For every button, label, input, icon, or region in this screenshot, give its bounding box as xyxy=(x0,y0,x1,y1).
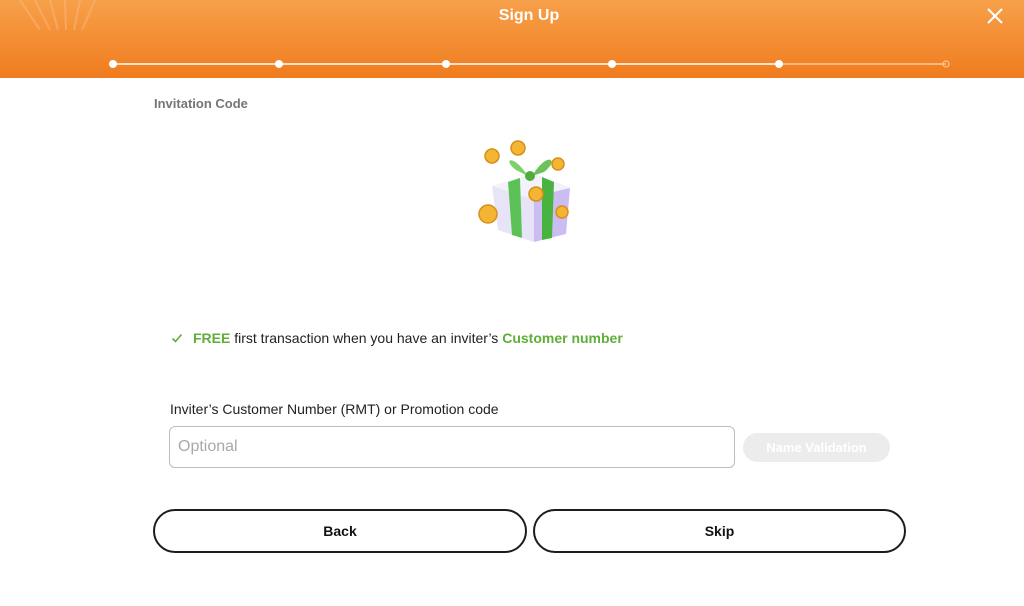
invitation-code-label: Inviter’s Customer Number (RMT) or Promo… xyxy=(170,401,499,417)
invitation-code-input[interactable] xyxy=(169,426,735,468)
back-button[interactable]: Back xyxy=(153,509,527,553)
free-highlight: FREE xyxy=(193,330,231,346)
close-icon[interactable] xyxy=(985,6,1005,26)
step-dot-5 xyxy=(775,60,783,68)
header-bar: Sign Up xyxy=(0,0,1024,78)
skip-button[interactable]: Skip xyxy=(533,509,906,553)
step-dot-3 xyxy=(442,60,450,68)
check-icon xyxy=(171,333,183,343)
name-validation-button[interactable]: Name Validation xyxy=(743,433,890,462)
gift-coins-icon xyxy=(478,140,570,242)
benefit-text: first transaction when you have an invit… xyxy=(230,330,503,346)
section-label: Invitation Code xyxy=(154,96,248,111)
step-dot-2 xyxy=(275,60,283,68)
step-progress xyxy=(109,60,950,68)
customer-number-highlight: Customer number xyxy=(502,330,623,346)
step-dot-4 xyxy=(608,60,616,68)
step-dot-1 xyxy=(109,60,117,68)
benefit-note: FREE first transaction when you have an … xyxy=(171,330,623,346)
page-title: Sign Up xyxy=(498,7,560,24)
